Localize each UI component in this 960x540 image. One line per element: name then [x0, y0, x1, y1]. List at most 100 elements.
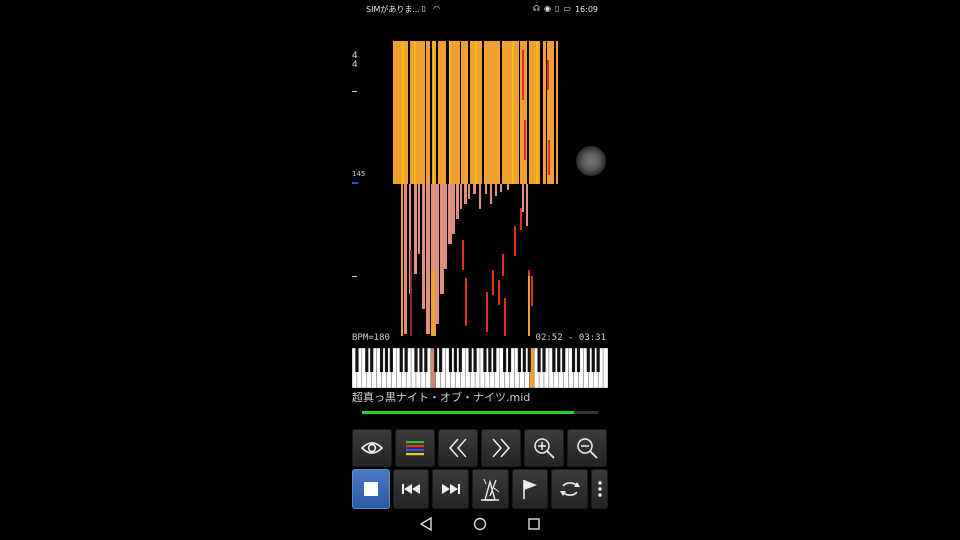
stop-button[interactable]: [352, 469, 390, 509]
black-key[interactable]: [379, 348, 384, 372]
note-red: [502, 254, 504, 276]
note-gap: [425, 41, 426, 184]
note-gap: [527, 41, 529, 184]
black-key[interactable]: [527, 348, 531, 372]
black-key[interactable]: [562, 348, 566, 372]
progress-fill: [362, 411, 575, 414]
note-highlight: [536, 41, 538, 184]
black-key[interactable]: [557, 348, 561, 372]
playback-progress[interactable]: [362, 411, 598, 414]
tracks-icon: [406, 441, 424, 456]
black-key[interactable]: [483, 348, 487, 372]
black-key[interactable]: [591, 348, 595, 372]
black-key[interactable]: [493, 348, 497, 372]
white-key[interactable]: [602, 348, 608, 388]
note-trail: [522, 184, 524, 212]
note-red-fragment: [547, 60, 549, 90]
home-icon[interactable]: [473, 517, 487, 531]
battery-icon: ▭: [563, 4, 571, 13]
floating-scroll-knob[interactable]: [576, 146, 606, 176]
note-red: [531, 276, 533, 306]
eye-icon: [361, 442, 383, 454]
black-key[interactable]: [517, 348, 521, 372]
black-key[interactable]: [365, 348, 369, 372]
zoom-out-button[interactable]: [567, 429, 607, 467]
note-highlight: [449, 41, 451, 184]
black-key[interactable]: [404, 348, 408, 372]
sim-icon: ▯: [421, 4, 426, 13]
black-key[interactable]: [522, 348, 526, 372]
black-key[interactable]: [453, 348, 457, 372]
note-trail: [440, 184, 444, 294]
forward-page-button[interactable]: [481, 429, 521, 467]
loop-icon: [559, 482, 580, 496]
metronome-button[interactable]: [472, 469, 509, 509]
black-key[interactable]: [473, 348, 477, 372]
rewind-page-icon: [449, 438, 467, 458]
note-trail: [507, 184, 509, 190]
recents-icon[interactable]: [527, 517, 541, 531]
black-key[interactable]: [542, 348, 546, 372]
black-key[interactable]: [503, 348, 507, 372]
black-key[interactable]: [414, 348, 418, 372]
track-color-line: [406, 449, 424, 452]
black-key[interactable]: [439, 348, 443, 372]
status-icons: ▯ ◠ ☊ ◉ ▯ ▭ 16:09: [422, 4, 598, 14]
black-key[interactable]: [571, 348, 576, 372]
bpm-readout: BPM=180: [352, 333, 390, 343]
note-red-fragment: [524, 120, 526, 160]
black-key[interactable]: [576, 348, 581, 372]
black-key[interactable]: [355, 348, 359, 372]
loop-button[interactable]: [551, 469, 589, 509]
black-key[interactable]: [370, 348, 374, 372]
black-key[interactable]: [468, 348, 472, 372]
black-key[interactable]: [586, 348, 590, 372]
black-key[interactable]: [399, 348, 403, 372]
note-trail: [456, 184, 459, 219]
black-key[interactable]: [596, 348, 600, 372]
note-trail: [452, 184, 455, 234]
note-gap: [546, 41, 547, 184]
note-red: [504, 298, 506, 336]
note-dark: [410, 250, 412, 336]
note-gap: [436, 41, 438, 184]
black-key[interactable]: [384, 348, 389, 372]
skip-forward-button[interactable]: [432, 469, 470, 509]
rewind-page-button[interactable]: [438, 429, 478, 467]
forward-page-icon: [492, 438, 510, 458]
info-row: BPM=180 02:52 - 03:31: [352, 333, 608, 345]
black-key[interactable]: [389, 348, 393, 372]
more-button[interactable]: [591, 469, 608, 509]
piano-keys[interactable]: [352, 348, 608, 388]
black-key[interactable]: [424, 348, 428, 372]
track-color-line: [406, 445, 424, 448]
black-key[interactable]: [448, 348, 453, 372]
view-button[interactable]: [352, 429, 392, 467]
piano-roll[interactable]: 4 4 145: [352, 40, 608, 336]
note-trail: [473, 184, 476, 194]
black-key[interactable]: [434, 348, 438, 372]
headphones-icon: ☊: [532, 4, 540, 13]
black-key[interactable]: [488, 348, 492, 372]
note-trail: [426, 184, 430, 334]
skip-back-button[interactable]: [392, 469, 430, 509]
piano-keyboard[interactable]: [352, 348, 608, 388]
black-key[interactable]: [458, 348, 462, 372]
zoom-in-button[interactable]: [524, 429, 564, 467]
track-color-line: [406, 453, 424, 456]
note-gap: [540, 41, 543, 184]
flag-button[interactable]: [511, 469, 549, 509]
tracks-button[interactable]: [395, 429, 435, 467]
black-key[interactable]: [537, 348, 541, 372]
back-icon[interactable]: [419, 517, 433, 531]
black-key[interactable]: [552, 348, 556, 372]
note-highlight: [433, 41, 435, 184]
note-long: [431, 270, 435, 336]
note-gap: [460, 41, 461, 184]
note-trail: [495, 184, 497, 196]
note-red-fragment: [522, 50, 524, 100]
black-key[interactable]: [507, 348, 512, 372]
toolbar-bottom: [352, 469, 608, 509]
file-name: 超真っ黒ナイト・オブ・ナイツ.mid: [352, 391, 531, 404]
black-key[interactable]: [419, 348, 423, 372]
